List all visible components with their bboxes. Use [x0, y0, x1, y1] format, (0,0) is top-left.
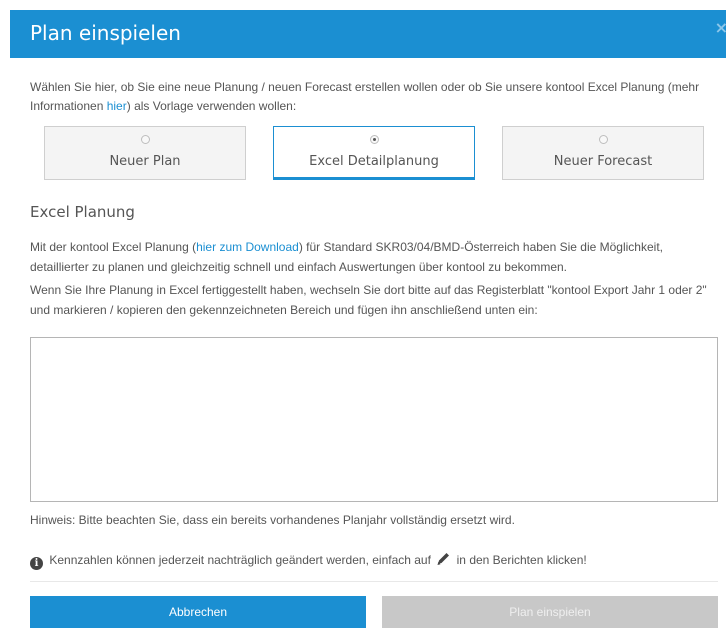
plan-type-options: Neuer Plan Excel Detailplanung Neuer For… [44, 126, 704, 180]
download-paragraph: Mit der kontool Excel Planung (hier zum … [30, 240, 663, 274]
dialog-header: Plan einspielen × [10, 10, 726, 58]
close-icon[interactable]: × [715, 18, 726, 37]
option-label: Excel Detailplanung [309, 154, 439, 169]
info-line: i Kennzahlen können jederzeit nachträgli… [30, 552, 587, 570]
option-neuer-forecast[interactable]: Neuer Forecast [502, 126, 704, 180]
section-title: Excel Planung [30, 203, 135, 221]
divider [30, 581, 718, 582]
instruction-paragraph: Wenn Sie Ihre Planung in Excel fertigges… [30, 283, 707, 317]
paste-textarea[interactable] [30, 337, 718, 502]
submit-button[interactable]: Plan einspielen [382, 596, 718, 628]
radio-icon[interactable] [141, 135, 150, 144]
option-label: Neuer Plan [109, 154, 181, 169]
intro-text: Wählen Sie hier, ob Sie eine neue Planun… [30, 80, 700, 113]
download-link[interactable]: hier zum Download [196, 240, 299, 254]
dialog-title: Plan einspielen [30, 21, 181, 45]
cancel-button[interactable]: Abbrechen [30, 596, 366, 628]
radio-icon[interactable] [370, 135, 379, 144]
option-excel-detailplanung[interactable]: Excel Detailplanung [273, 126, 475, 180]
pencil-icon [437, 553, 450, 565]
hint-text: Hinweis: Bitte beachten Sie, dass ein be… [30, 513, 515, 527]
option-label: Neuer Forecast [553, 154, 653, 169]
radio-icon[interactable] [599, 135, 608, 144]
info-icon: i [30, 557, 43, 570]
info-link[interactable]: hier [107, 99, 127, 113]
option-neuer-plan[interactable]: Neuer Plan [44, 126, 246, 180]
